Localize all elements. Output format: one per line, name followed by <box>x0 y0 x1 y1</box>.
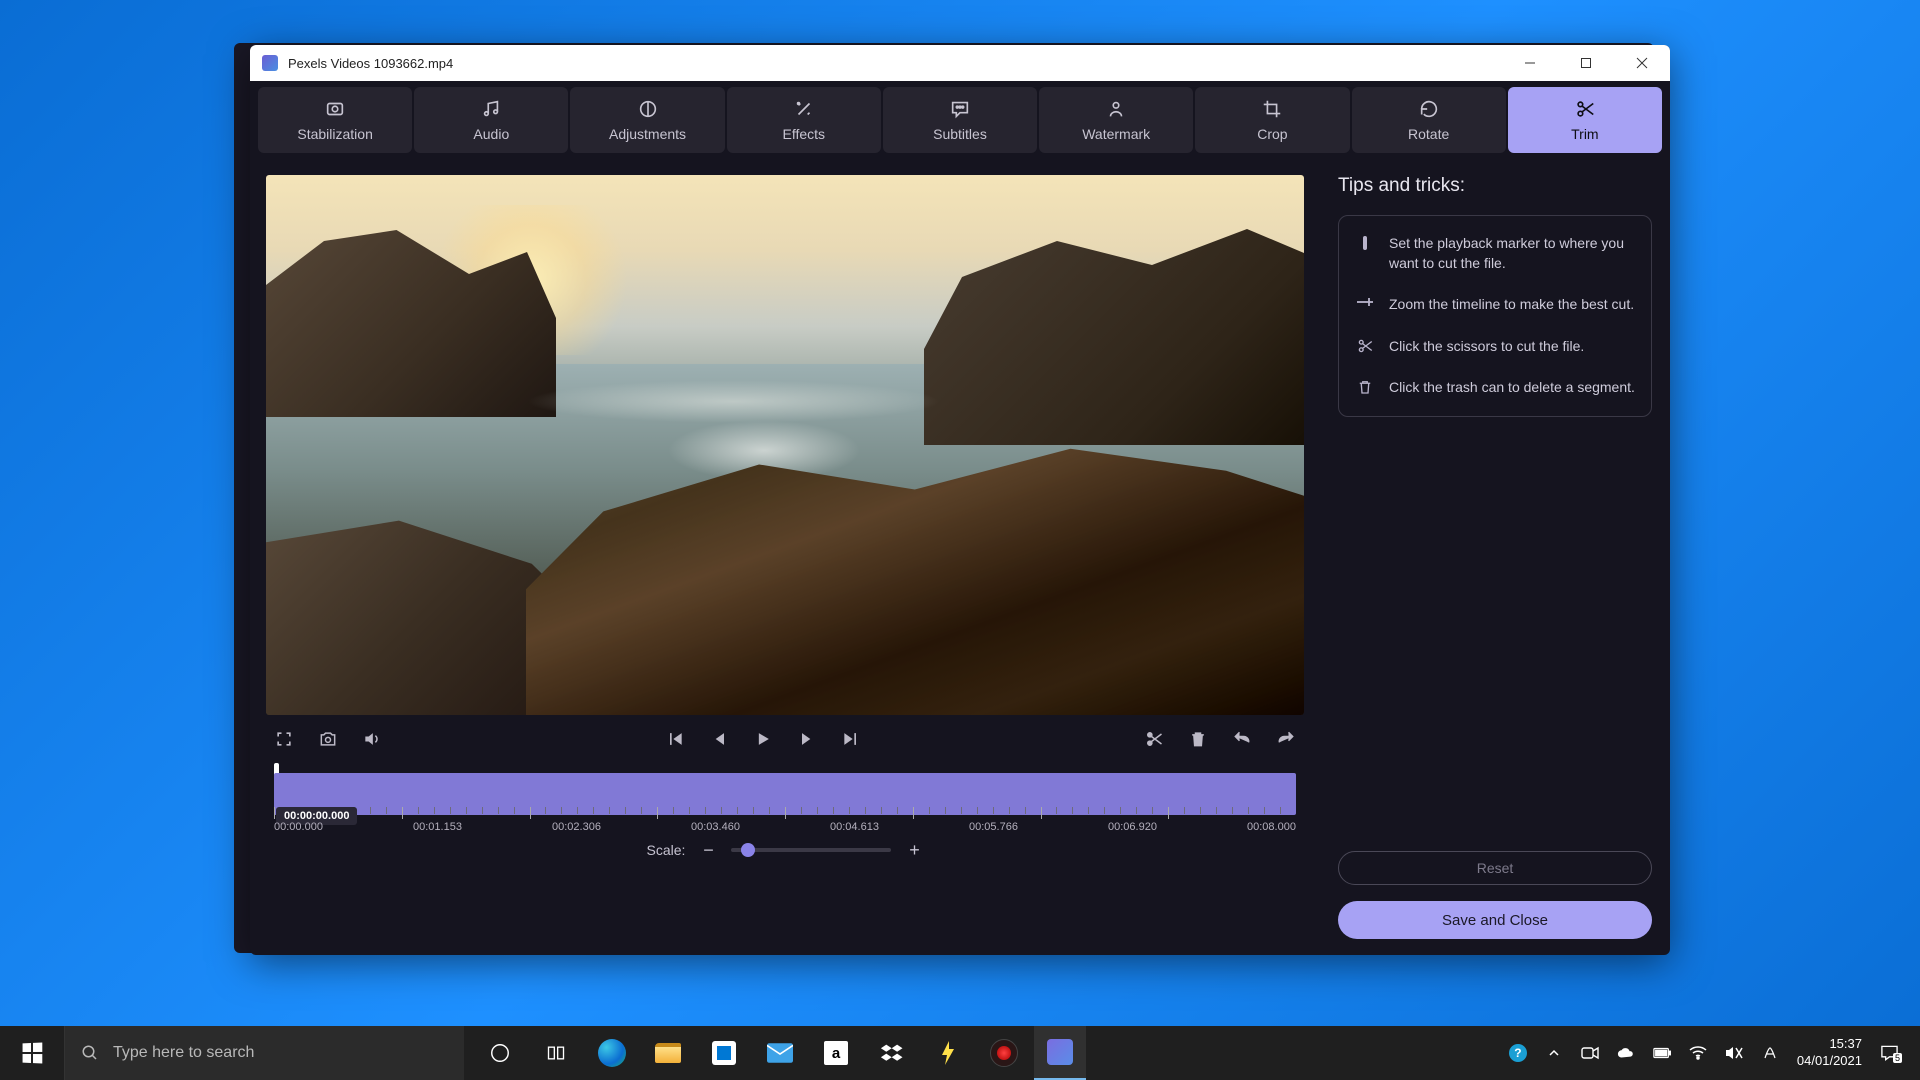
tab-label: Rotate <box>1408 126 1449 142</box>
explorer-icon[interactable] <box>642 1026 694 1080</box>
volume-button[interactable] <box>360 727 384 751</box>
play-button[interactable] <box>751 727 775 751</box>
tip-text: Zoom the timeline to make the best cut. <box>1389 295 1634 315</box>
clock[interactable]: 15:37 04/01/2021 <box>1797 1036 1862 1070</box>
battery-icon[interactable] <box>1653 1044 1671 1062</box>
search-placeholder: Type here to search <box>113 1044 254 1062</box>
date: 04/01/2021 <box>1797 1053 1862 1070</box>
delete-button[interactable] <box>1186 727 1210 751</box>
zoom-in-button[interactable]: + <box>905 841 923 859</box>
toolbar: Stabilization Audio Adjustments Effects … <box>250 81 1670 159</box>
skip-end-button[interactable] <box>839 727 863 751</box>
app-window: Pexels Videos 1093662.mp4 Stabilization <box>250 45 1670 955</box>
minimize-button[interactable] <box>1502 45 1558 81</box>
video-preview[interactable] <box>266 175 1304 715</box>
tab-rotate[interactable]: Rotate <box>1352 87 1506 153</box>
store-icon[interactable] <box>698 1026 750 1080</box>
maximize-button[interactable] <box>1558 45 1614 81</box>
tab-label: Watermark <box>1082 126 1150 142</box>
notif-badge: 5 <box>1893 1053 1902 1063</box>
tab-label: Subtitles <box>933 126 987 142</box>
trash-icon <box>1355 378 1375 396</box>
tip-text: Click the scissors to cut the file. <box>1389 337 1584 357</box>
redo-button[interactable] <box>1274 727 1298 751</box>
window-title: Pexels Videos 1093662.mp4 <box>288 56 453 71</box>
reset-button[interactable]: Reset <box>1338 851 1652 885</box>
edge-icon[interactable] <box>586 1026 638 1080</box>
timeline-labels: 00:00.000 00:01.153 00:02.306 00:03.460 … <box>274 821 1296 833</box>
tab-trim[interactable]: Trim <box>1508 87 1662 153</box>
zoom-icon <box>1355 295 1375 309</box>
app-icon-2[interactable] <box>978 1026 1030 1080</box>
tips-heading: Tips and tricks: <box>1338 175 1652 197</box>
tab-label: Adjustments <box>609 126 686 142</box>
tab-label: Audio <box>473 126 509 142</box>
scale-label: Scale: <box>647 842 686 858</box>
start-button[interactable] <box>0 1026 64 1080</box>
video-converter-icon[interactable] <box>1034 1026 1086 1080</box>
close-button[interactable] <box>1614 45 1670 81</box>
snapshot-button[interactable] <box>316 727 340 751</box>
scale-slider[interactable] <box>731 848 891 852</box>
amazon-icon[interactable]: a <box>810 1026 862 1080</box>
volume-tray-icon[interactable] <box>1725 1044 1743 1062</box>
tab-subtitles[interactable]: Subtitles <box>883 87 1037 153</box>
cut-button[interactable] <box>1142 727 1166 751</box>
time: 15:37 <box>1797 1036 1862 1053</box>
search-box[interactable]: Type here to search <box>64 1026 464 1080</box>
timeline-ruler <box>274 807 1296 817</box>
tab-watermark[interactable]: Watermark <box>1039 87 1193 153</box>
cortana-icon[interactable] <box>474 1026 526 1080</box>
language-icon[interactable] <box>1761 1044 1779 1062</box>
notifications-icon[interactable]: 5 <box>1880 1039 1908 1067</box>
scissors-icon <box>1355 337 1375 355</box>
mail-icon[interactable] <box>754 1026 806 1080</box>
tab-label: Trim <box>1571 126 1598 142</box>
help-icon[interactable]: ? <box>1509 1044 1527 1062</box>
tab-label: Effects <box>782 126 825 142</box>
undo-button[interactable] <box>1230 727 1254 751</box>
marker-icon <box>1355 234 1375 254</box>
tip-text: Set the playback marker to where you wan… <box>1389 234 1635 273</box>
tip-text: Click the trash can to delete a segment. <box>1389 378 1635 398</box>
tips-box: Set the playback marker to where you wan… <box>1338 215 1652 417</box>
taskbar: Type here to search a ? 15:37 <box>0 1026 1920 1080</box>
title-bar: Pexels Videos 1093662.mp4 <box>250 45 1670 81</box>
save-close-button[interactable]: Save and Close <box>1338 901 1652 939</box>
tab-audio[interactable]: Audio <box>414 87 568 153</box>
skip-start-button[interactable] <box>663 727 687 751</box>
wifi-icon[interactable] <box>1689 1044 1707 1062</box>
fullscreen-button[interactable] <box>272 727 296 751</box>
dropbox-icon[interactable] <box>866 1026 918 1080</box>
task-view-icon[interactable] <box>530 1026 582 1080</box>
tray-chevron-icon[interactable] <box>1545 1044 1563 1062</box>
step-forward-button[interactable] <box>795 727 819 751</box>
tab-adjustments[interactable]: Adjustments <box>570 87 724 153</box>
meet-now-icon[interactable] <box>1581 1044 1599 1062</box>
step-back-button[interactable] <box>707 727 731 751</box>
zoom-out-button[interactable]: − <box>699 841 717 859</box>
tab-label: Crop <box>1257 126 1287 142</box>
tab-stabilization[interactable]: Stabilization <box>258 87 412 153</box>
app-icon-1[interactable] <box>922 1026 974 1080</box>
tab-label: Stabilization <box>297 126 373 142</box>
app-icon <box>262 55 278 71</box>
tab-crop[interactable]: Crop <box>1195 87 1349 153</box>
timeline[interactable]: 00:00:00.000 00:00.000 00:01.153 00:02.3… <box>266 763 1304 835</box>
tab-effects[interactable]: Effects <box>727 87 881 153</box>
onedrive-icon[interactable] <box>1617 1044 1635 1062</box>
search-icon <box>81 1044 99 1062</box>
